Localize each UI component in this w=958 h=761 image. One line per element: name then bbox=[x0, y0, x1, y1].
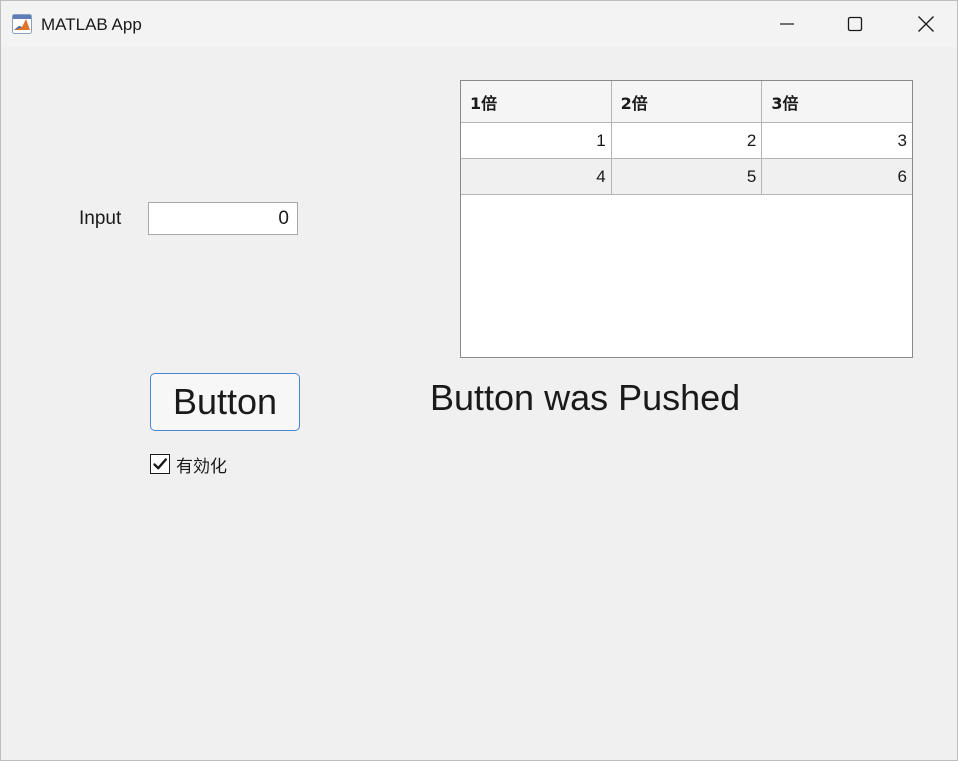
table-header: 1倍 2倍 3倍 bbox=[461, 81, 912, 123]
close-icon bbox=[918, 16, 934, 32]
input-label: Input bbox=[79, 208, 122, 229]
status-label: Button was Pushed bbox=[430, 377, 741, 418]
push-button[interactable]: Button bbox=[150, 373, 300, 431]
column-header[interactable]: 3倍 bbox=[762, 81, 912, 122]
table-cell[interactable]: 3 bbox=[762, 123, 912, 158]
close-button[interactable] bbox=[896, 1, 956, 47]
table-cell[interactable]: 2 bbox=[612, 123, 763, 158]
checkbox-label: 有効化 bbox=[176, 456, 227, 477]
table-row: 1 2 3 bbox=[461, 123, 912, 159]
table-cell[interactable]: 1 bbox=[461, 123, 612, 158]
table-cell[interactable]: 6 bbox=[762, 159, 912, 194]
checkbox-box[interactable] bbox=[150, 454, 170, 474]
minimize-button[interactable] bbox=[757, 1, 817, 47]
column-header[interactable]: 2倍 bbox=[612, 81, 763, 122]
app-window: MATLAB App Input Button 有効化 Butt bbox=[0, 0, 958, 761]
minimize-icon bbox=[780, 23, 794, 25]
checkmark-icon bbox=[153, 458, 167, 470]
window-title: MATLAB App bbox=[41, 15, 142, 34]
maximize-icon bbox=[847, 16, 863, 32]
enable-checkbox[interactable]: 有効化 bbox=[150, 453, 227, 477]
maximize-button[interactable] bbox=[825, 1, 885, 47]
table-cell[interactable]: 4 bbox=[461, 159, 612, 194]
matlab-logo-icon bbox=[12, 14, 32, 34]
data-table[interactable]: 1倍 2倍 3倍 1 2 3 4 5 6 bbox=[460, 80, 913, 358]
table-row: 4 5 6 bbox=[461, 159, 912, 195]
column-header[interactable]: 1倍 bbox=[461, 81, 612, 122]
title-bar[interactable]: MATLAB App bbox=[1, 1, 957, 47]
input-field[interactable] bbox=[148, 202, 298, 235]
table-cell[interactable]: 5 bbox=[612, 159, 763, 194]
